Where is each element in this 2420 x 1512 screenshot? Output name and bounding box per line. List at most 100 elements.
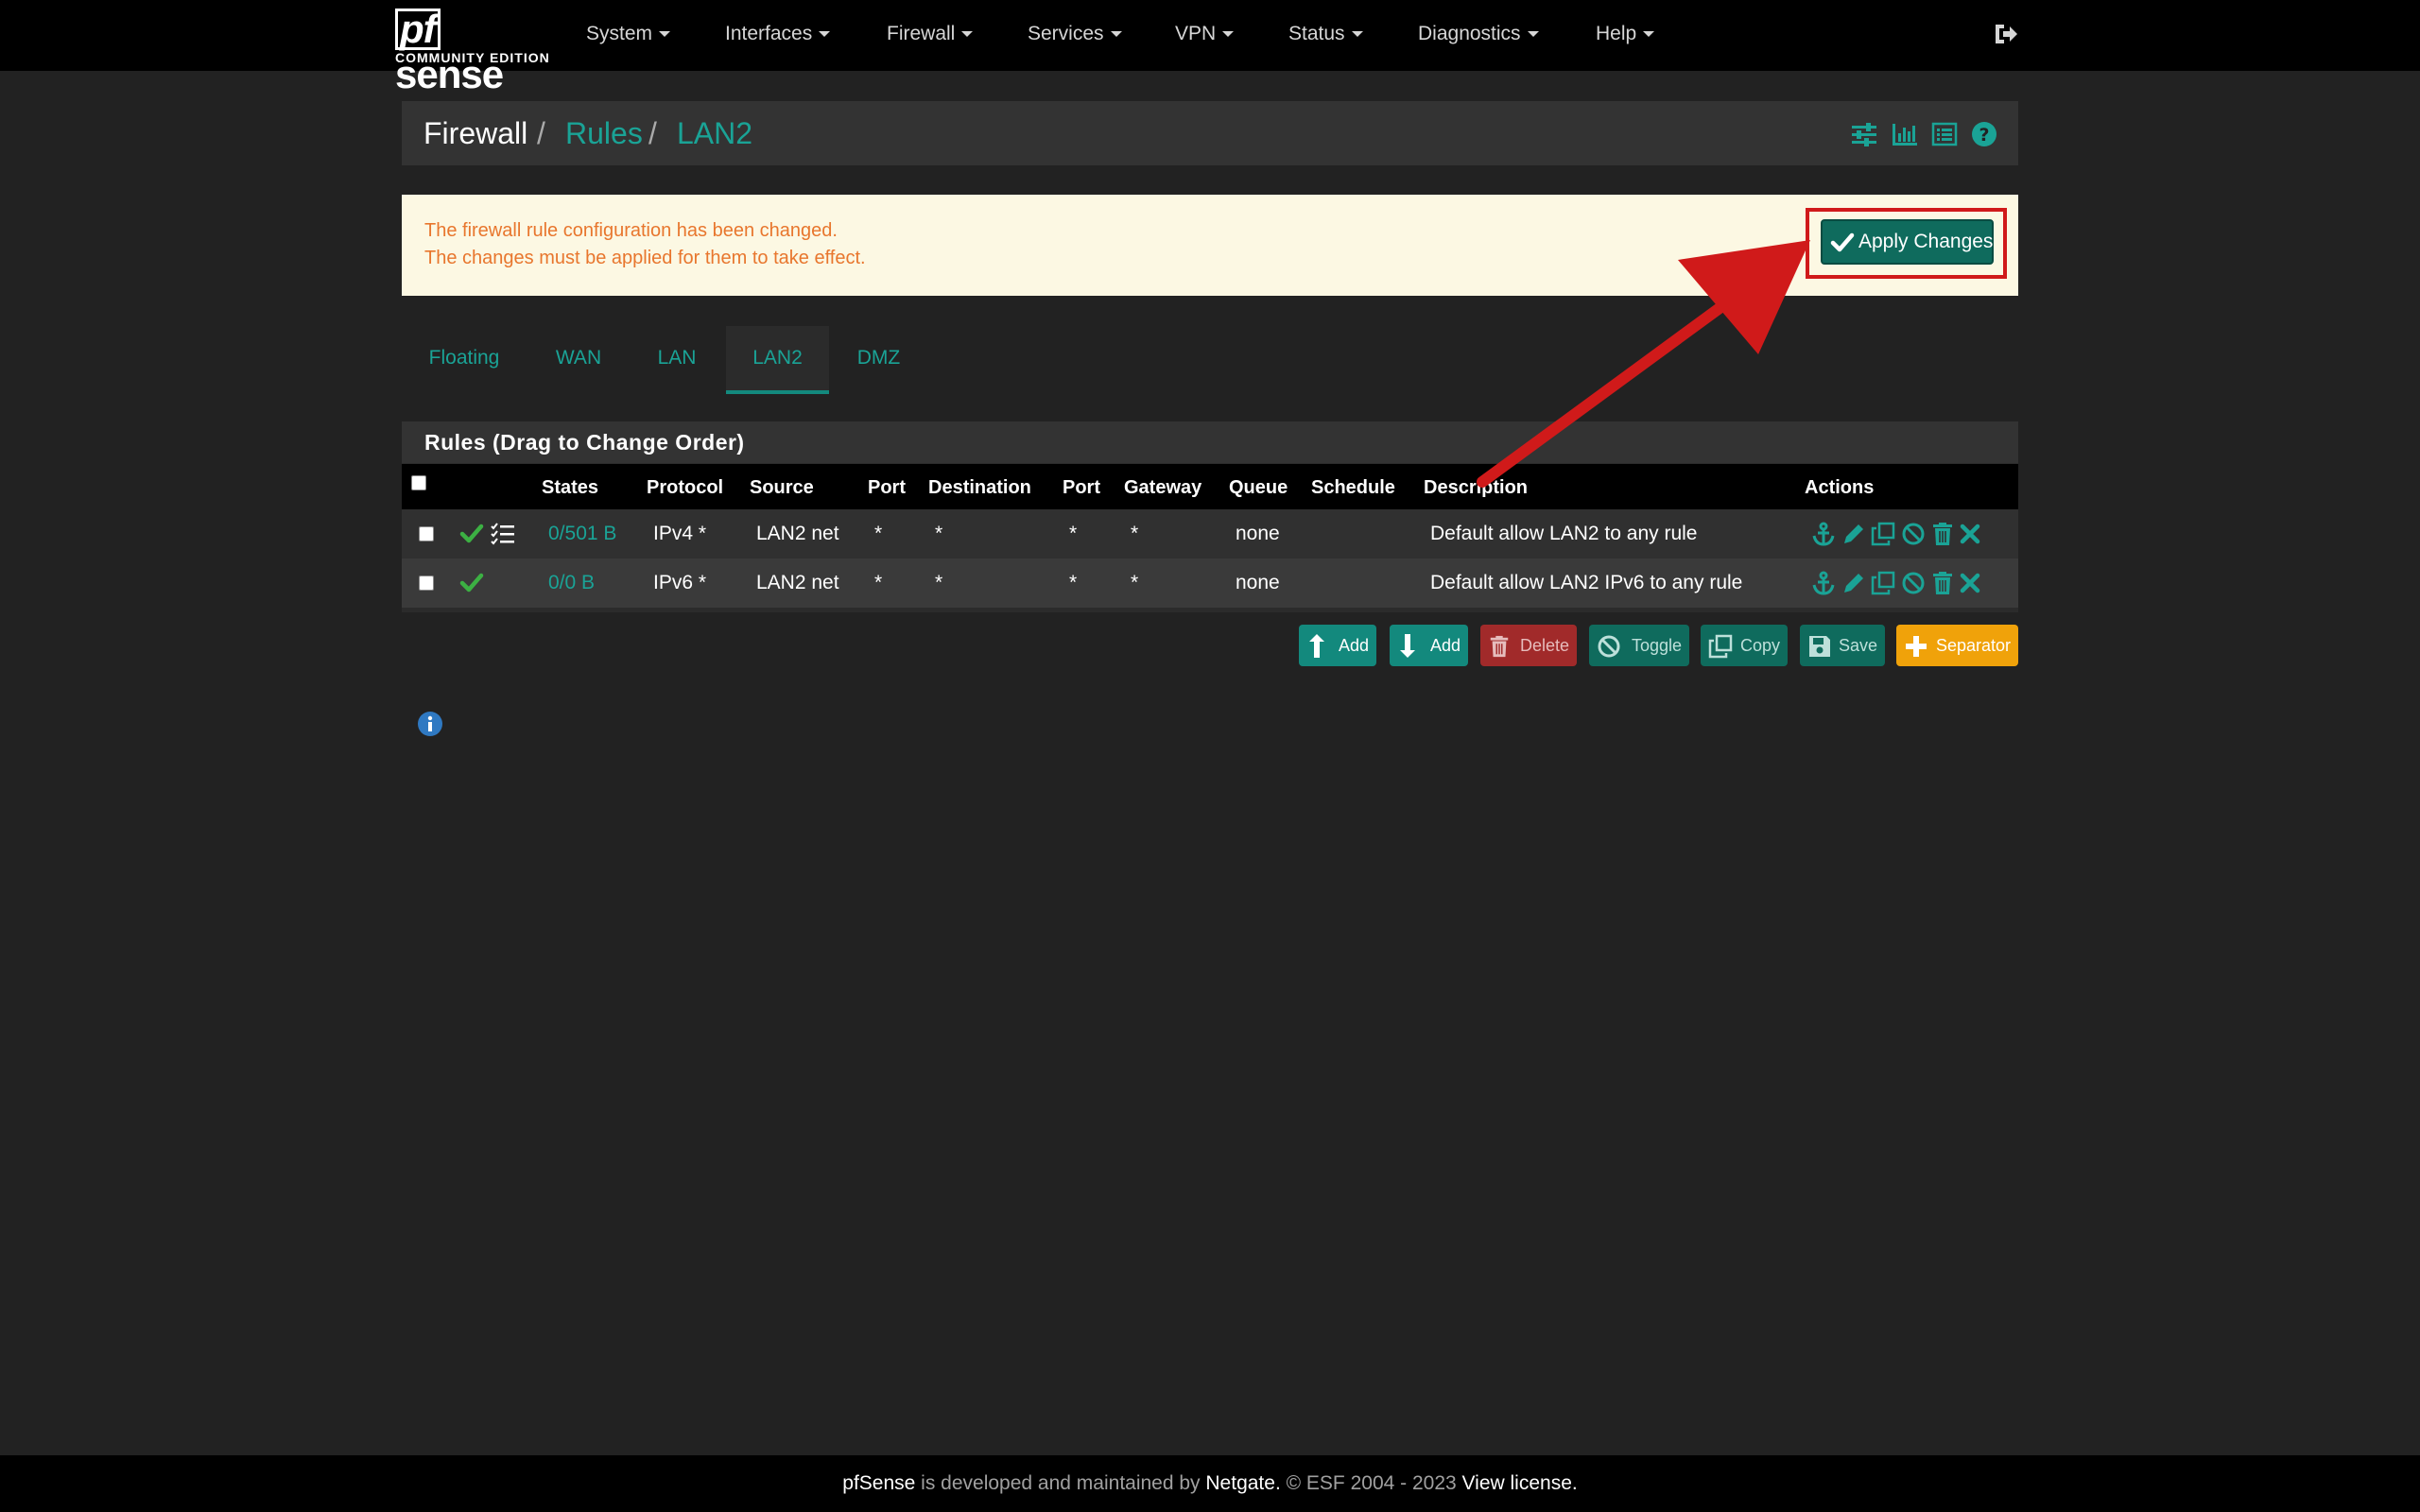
pass-check-icon — [459, 573, 484, 593]
rule-states[interactable]: 0/0 B — [548, 558, 595, 608]
breadcrumb — [402, 101, 2018, 165]
pencil-icon[interactable] — [1841, 522, 1866, 546]
caret-down-icon — [961, 31, 974, 38]
rule-queue: none — [1236, 572, 1280, 593]
times-icon[interactable] — [1958, 522, 1982, 546]
bar-chart-icon[interactable] — [1892, 121, 1918, 147]
caret-down-icon — [1110, 31, 1122, 38]
alert-message-line1: The firewall rule configuration has been… — [424, 220, 838, 241]
add-top-button[interactable]: Add — [1299, 625, 1376, 666]
sliders-icon[interactable] — [1851, 121, 1877, 147]
caret-down-icon — [659, 31, 671, 38]
nav-interfaces[interactable]: Interfaces — [725, 0, 831, 68]
pencil-icon[interactable] — [1841, 571, 1866, 595]
nav-diagnostics-label: Diagnostics — [1418, 23, 1521, 44]
toggle-button[interactable]: Toggle — [1589, 625, 1689, 666]
list-icon[interactable] — [1931, 121, 1958, 147]
plus-icon — [1906, 636, 1927, 657]
ban-icon[interactable] — [1901, 522, 1926, 546]
nav-diagnostics[interactable]: Diagnostics — [1418, 0, 1539, 68]
add-bottom-label: Add — [1429, 636, 1461, 655]
col-queue[interactable]: Queue — [1229, 464, 1288, 509]
col-destination[interactable]: Destination — [928, 464, 1031, 509]
ban-icon — [1598, 635, 1620, 658]
rule-destination: * — [935, 572, 943, 593]
nav-services[interactable]: Services — [1028, 0, 1122, 68]
footer-license-link[interactable]: View license. — [1462, 1472, 1578, 1494]
table-row[interactable]: 0/0 B IPv6 * LAN2 net * * * * none Defau… — [402, 558, 2018, 608]
row-select-checkbox[interactable] — [419, 576, 434, 591]
top-navbar: pfsense COMMUNITY EDITION System Interfa… — [0, 0, 2420, 96]
col-protocol[interactable]: Protocol — [647, 464, 723, 509]
rule-gateway: * — [1131, 523, 1139, 544]
add-top-label: Add — [1338, 636, 1369, 655]
footer-brand: pfSense — [842, 1472, 916, 1494]
separator-button[interactable]: Separator — [1896, 625, 2018, 666]
copy-icon[interactable] — [1871, 571, 1895, 595]
col-source[interactable]: Source — [750, 464, 814, 509]
save-button[interactable]: Save — [1800, 625, 1885, 666]
log-list-icon[interactable] — [491, 522, 515, 546]
table-row[interactable]: 0/501 B IPv4 * LAN2 net * * * * none Def… — [402, 509, 2018, 558]
row-select-checkbox[interactable] — [419, 526, 434, 541]
trash-icon[interactable] — [1930, 522, 1955, 546]
times-icon[interactable] — [1958, 571, 1982, 595]
copy-button[interactable]: Copy — [1701, 625, 1788, 666]
nav-firewall[interactable]: Firewall — [887, 0, 974, 68]
info-icon[interactable] — [417, 711, 443, 737]
sign-out-icon[interactable] — [1993, 21, 2019, 47]
tab-lan2[interactable]: LAN2 — [726, 326, 829, 394]
nav-help[interactable]: Help — [1596, 0, 1655, 68]
col-states[interactable]: States — [542, 464, 598, 509]
nav-status-label: Status — [1288, 23, 1345, 44]
ban-icon[interactable] — [1901, 571, 1926, 595]
svg-text:?: ? — [1979, 125, 1989, 146]
footer: pfSense is developed and maintained by N… — [0, 1455, 2420, 1512]
col-gateway[interactable]: Gateway — [1124, 464, 1201, 509]
footer-text: is developed and maintained by — [915, 1472, 1206, 1494]
tab-floating[interactable]: Floating — [414, 326, 514, 394]
nav-vpn[interactable]: VPN — [1175, 0, 1235, 68]
rule-gateway: * — [1131, 572, 1139, 593]
arrow-turn-down-icon — [1400, 634, 1415, 658]
tab-wan[interactable]: WAN — [541, 326, 616, 394]
rule-description: Default allow LAN2 IPv6 to any rule — [1430, 572, 1743, 593]
tab-lan[interactable]: LAN — [644, 326, 710, 394]
breadcrumb-lan2-link[interactable]: LAN2 — [677, 101, 752, 165]
breadcrumb-separator: / — [648, 116, 657, 150]
nav-vpn-label: VPN — [1175, 23, 1217, 44]
tab-dmz[interactable]: DMZ — [844, 326, 913, 394]
breadcrumb-rules-link[interactable]: Rules — [565, 101, 643, 165]
nav-interfaces-label: Interfaces — [725, 23, 813, 44]
caret-down-icon — [819, 31, 831, 38]
rule-states[interactable]: 0/501 B — [548, 509, 616, 558]
save-label: Save — [1838, 636, 1877, 655]
alert-message-line2: The changes must be applied for them to … — [424, 248, 866, 268]
arrow-turn-up-icon — [1309, 634, 1324, 658]
nav-system-label: System — [586, 23, 653, 44]
nav-system[interactable]: System — [586, 0, 671, 68]
trash-icon[interactable] — [1930, 571, 1955, 595]
anchor-icon[interactable] — [1811, 522, 1836, 546]
col-dest-port[interactable]: Port — [1063, 464, 1100, 509]
copy-icon — [1708, 634, 1733, 659]
nav-status[interactable]: Status — [1288, 0, 1363, 68]
caret-down-icon — [1351, 31, 1363, 38]
brand-edition: COMMUNITY EDITION — [395, 50, 550, 65]
copy-icon[interactable] — [1871, 522, 1895, 546]
rule-source: LAN2 net — [756, 572, 839, 593]
floppy-disk-icon — [1809, 636, 1830, 657]
delete-button[interactable]: Delete — [1480, 625, 1577, 666]
add-bottom-button[interactable]: Add — [1390, 625, 1468, 666]
col-source-port[interactable]: Port — [868, 464, 906, 509]
col-schedule[interactable]: Schedule — [1311, 464, 1395, 509]
footer-netgate-link[interactable]: Netgate. — [1205, 1472, 1280, 1494]
apply-changes-button[interactable]: Apply Changes — [1821, 219, 1994, 265]
help-icon[interactable]: ? — [1971, 121, 1997, 147]
separator-label: Separator — [1935, 636, 2011, 655]
anchor-icon[interactable] — [1811, 571, 1836, 595]
trash-icon — [1490, 635, 1509, 658]
select-all-checkbox[interactable] — [411, 475, 426, 490]
pfsense-logo[interactable]: pfsense COMMUNITY EDITION — [395, 7, 549, 96]
rule-description: Default allow LAN2 to any rule — [1430, 523, 1698, 544]
